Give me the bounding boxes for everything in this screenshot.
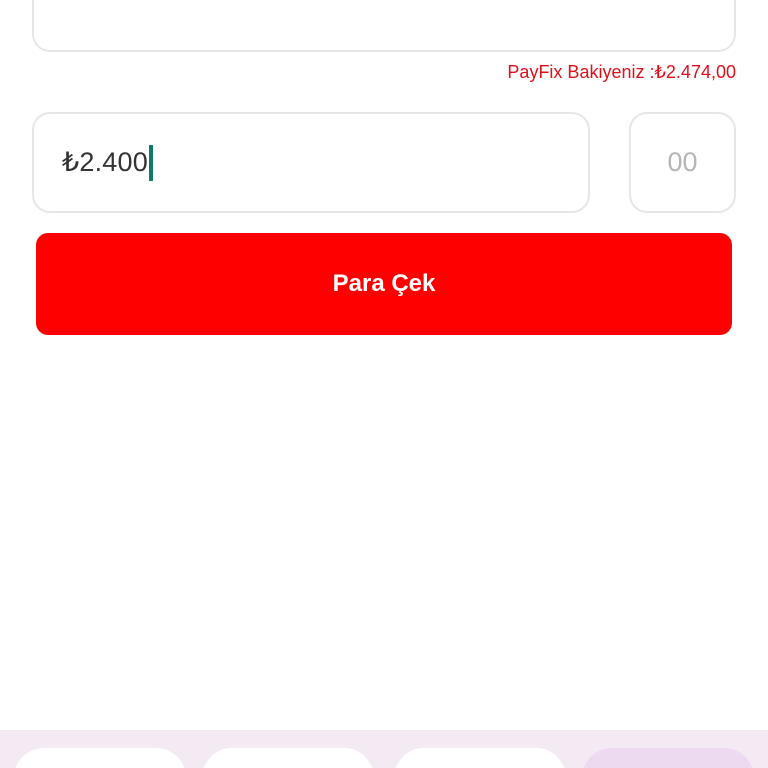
cents-placeholder: 00 — [667, 147, 698, 177]
nav-tab-3[interactable] — [394, 748, 566, 768]
text-caret — [148, 144, 153, 181]
cents-input[interactable]: 00 — [629, 112, 736, 213]
withdraw-button[interactable]: Para Çek — [36, 233, 732, 335]
account-field[interactable] — [32, 0, 736, 52]
amount-value: ₺2.400 — [62, 147, 148, 177]
withdraw-screen: PayFix Bakiyeniz :₺2.474,00 ₺2.400 00 Pa… — [0, 0, 768, 768]
amount-input[interactable]: ₺2.400 — [32, 112, 590, 213]
nav-tab-1[interactable] — [14, 748, 186, 768]
withdraw-button-label: Para Çek — [332, 270, 436, 297]
payfix-balance: PayFix Bakiyeniz :₺2.474,00 — [507, 62, 736, 82]
nav-tab-4[interactable] — [582, 748, 754, 768]
nav-tab-2[interactable] — [202, 748, 374, 768]
